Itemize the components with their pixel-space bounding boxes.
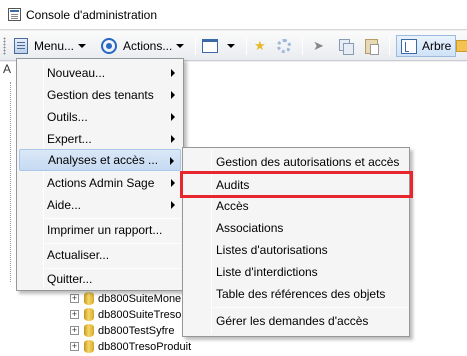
tree-view-button[interactable]: Arbre <box>396 35 457 57</box>
submenu-item-gestion-autorisations[interactable]: Gestion des autorisations et accès <box>185 151 399 173</box>
chevron-down-icon <box>78 44 87 48</box>
submenu-item-table-references[interactable]: Table des références des objets <box>185 283 385 305</box>
star-icon: ★ <box>254 38 266 53</box>
menu-item-label: Expert... <box>47 132 92 146</box>
menu-item-gestion-tenants[interactable]: Gestion des tenants <box>19 84 181 106</box>
menu-item-imprimer-rapport[interactable]: Imprimer un rapport... <box>19 219 181 241</box>
folder-icon <box>456 40 467 52</box>
database-icon <box>84 340 94 353</box>
actions-button-label: Actions... <box>123 39 173 53</box>
chevron-right-icon <box>171 69 175 77</box>
menu-separator <box>213 307 407 308</box>
tree-item[interactable]: + db800TestSyfre <box>70 322 174 339</box>
submenu-item-listes-autorisations[interactable]: Listes d'autorisations <box>185 239 328 261</box>
pointer-icon: ➤ <box>313 38 324 53</box>
toolbar-separator <box>246 37 247 55</box>
menu-item-label: Actualiser... <box>47 248 110 262</box>
title-bar: Console d'administration <box>0 0 467 30</box>
menu-item-expert[interactable]: Expert... <box>19 128 181 150</box>
toolbar-separator <box>195 37 196 55</box>
chevron-right-icon <box>170 157 174 165</box>
expand-icon[interactable]: + <box>70 326 79 335</box>
copy-button[interactable] <box>339 36 354 56</box>
tree-item[interactable]: + db800SuiteMone <box>70 290 181 307</box>
toolbar-grip[interactable] <box>3 37 6 55</box>
menu-item-actions-admin-sage[interactable]: Actions Admin Sage <box>19 172 181 194</box>
submenu-item-label: Listes d'autorisations <box>216 243 328 257</box>
menu-button-label: Menu... <box>34 39 75 53</box>
pointer-button[interactable]: ➤ <box>313 36 324 56</box>
chevron-right-icon <box>171 201 175 209</box>
menu-item-label: Quitter... <box>47 272 93 286</box>
menu-item-aide[interactable]: Aide... <box>19 194 181 216</box>
highlight-box <box>180 171 413 198</box>
menu-item-outils[interactable]: Outils... <box>19 106 181 128</box>
menu-page-icon <box>14 38 28 54</box>
submenu-item-associations[interactable]: Associations <box>185 217 283 239</box>
chevron-down-icon <box>176 44 185 48</box>
submenu-item-acces[interactable]: Accès <box>185 195 249 217</box>
window-icon <box>202 39 218 53</box>
context-menu: Nouveau... Gestion des tenants Outils...… <box>16 58 184 291</box>
paste-icon <box>365 38 379 55</box>
paste-button[interactable] <box>365 36 379 56</box>
submenu-item-label: Gérer les demandes d'accès <box>216 314 369 328</box>
favorites-button[interactable]: ★ <box>254 36 266 56</box>
menu-item-label: Aide... <box>47 198 82 212</box>
menu-item-label: Actions Admin Sage <box>47 176 155 190</box>
console-app-icon <box>8 8 21 21</box>
menu-item-label: Imprimer un rapport... <box>47 223 163 237</box>
menu-item-label: Analyses et accès ... <box>48 153 159 167</box>
tree-header: A <box>3 62 12 76</box>
tree-item[interactable]: + db800TresoProduit <box>70 338 191 355</box>
menu-item-analyses-acces[interactable]: Analyses et accès ... <box>19 149 181 171</box>
chevron-right-icon <box>171 179 175 187</box>
copy-icon <box>339 39 354 55</box>
tree-view-label: Arbre <box>422 39 452 53</box>
folder-button[interactable] <box>456 36 467 56</box>
chevron-right-icon <box>171 91 175 99</box>
expand-icon[interactable]: + <box>70 310 79 319</box>
submenu-item-label: Accès <box>216 199 249 213</box>
toolbar-separator <box>302 37 303 55</box>
actions-button[interactable]: Actions... <box>101 36 185 56</box>
menu-item-label: Outils... <box>47 110 88 124</box>
chevron-right-icon <box>171 113 175 121</box>
settings-button[interactable] <box>277 36 291 56</box>
menu-item-label: Gestion des tenants <box>47 88 154 102</box>
database-icon <box>84 324 94 337</box>
menu-item-label: Nouveau... <box>47 66 106 80</box>
submenu-item-label: Table des références des objets <box>216 287 386 301</box>
menu-item-quitter[interactable]: Quitter... <box>19 268 181 290</box>
submenu-item-label: Liste d'interdictions <box>216 265 318 279</box>
tree-item-label: db800TresoProduit <box>98 340 192 353</box>
toolbar: Menu... Actions... ★ ➤ Arbre <box>0 31 467 61</box>
gear-icon <box>277 39 291 53</box>
submenu-item-liste-interdictions[interactable]: Liste d'interdictions <box>185 261 318 283</box>
database-icon <box>84 292 94 305</box>
chevron-right-icon <box>171 135 175 143</box>
expand-icon[interactable]: + <box>70 294 79 303</box>
tree-item-label: db800SuiteMone <box>98 292 182 305</box>
tree-item-label: db800SuiteTreso <box>98 308 182 321</box>
tree-item[interactable]: + db800SuiteTreso <box>70 306 181 323</box>
toolbar-separator <box>389 37 390 55</box>
tree-view-icon <box>401 38 417 54</box>
menu-item-actualiser[interactable]: Actualiser... <box>19 244 181 266</box>
expand-icon[interactable]: + <box>70 342 79 351</box>
chevron-down-icon <box>227 44 235 48</box>
database-icon <box>84 308 94 321</box>
menu-item-nouveau[interactable]: Nouveau... <box>19 62 181 84</box>
menu-button[interactable]: Menu... <box>14 36 87 56</box>
submenu-item-gerer-demandes[interactable]: Gérer les demandes d'accès <box>185 310 368 332</box>
target-icon <box>101 38 117 54</box>
submenu-item-label: Gestion des autorisations et accès <box>216 155 400 169</box>
tree-connector-line <box>10 82 11 282</box>
window-view-button[interactable] <box>202 36 235 56</box>
window-title: Console d'administration <box>26 8 158 22</box>
tree-item-label: db800TestSyfre <box>98 324 175 337</box>
submenu-item-label: Associations <box>216 221 284 235</box>
